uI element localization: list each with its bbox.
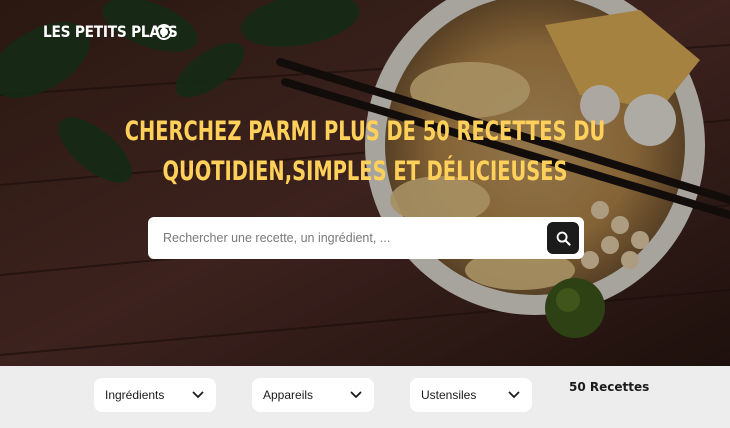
site-logo[interactable]: LES PETITS PLATS [43,22,178,41]
chevron-down-icon [508,391,520,398]
ingredients-dropdown-label: Ingrédients [105,388,165,402]
hero-banner: LES PETITS PLATS CHERCHEZ PARMI PLUS DE … [0,0,730,366]
appliances-dropdown-label: Appareils [263,388,314,402]
utensils-dropdown-label: Ustensiles [421,388,477,402]
ingredients-dropdown[interactable]: Ingrédients [94,378,216,412]
search-input[interactable] [148,217,547,259]
chevron-down-icon [350,391,362,398]
page-headline: CHERCHEZ PARMI PLUS DE 50 RECETTES DU QU… [0,112,730,192]
logo-text: LES PETITS PLATS [43,22,178,41]
chevron-down-icon [192,391,204,398]
search-icon [556,231,571,246]
search-button[interactable] [547,222,579,254]
utensils-dropdown[interactable]: Ustensiles [410,378,532,412]
filter-bar: Ingrédients Appareils Ustensiles 50 Rece… [0,366,730,428]
headline-line-1: CHERCHEZ PARMI PLUS DE 50 RECETTES DU [124,116,606,147]
recipe-count: 50 Recettes [569,380,650,394]
search-bar [148,217,584,259]
headline-line-2: QUOTIDIEN,SIMPLES ET DÉLICIEUSES [162,156,568,187]
appliances-dropdown[interactable]: Appareils [252,378,374,412]
